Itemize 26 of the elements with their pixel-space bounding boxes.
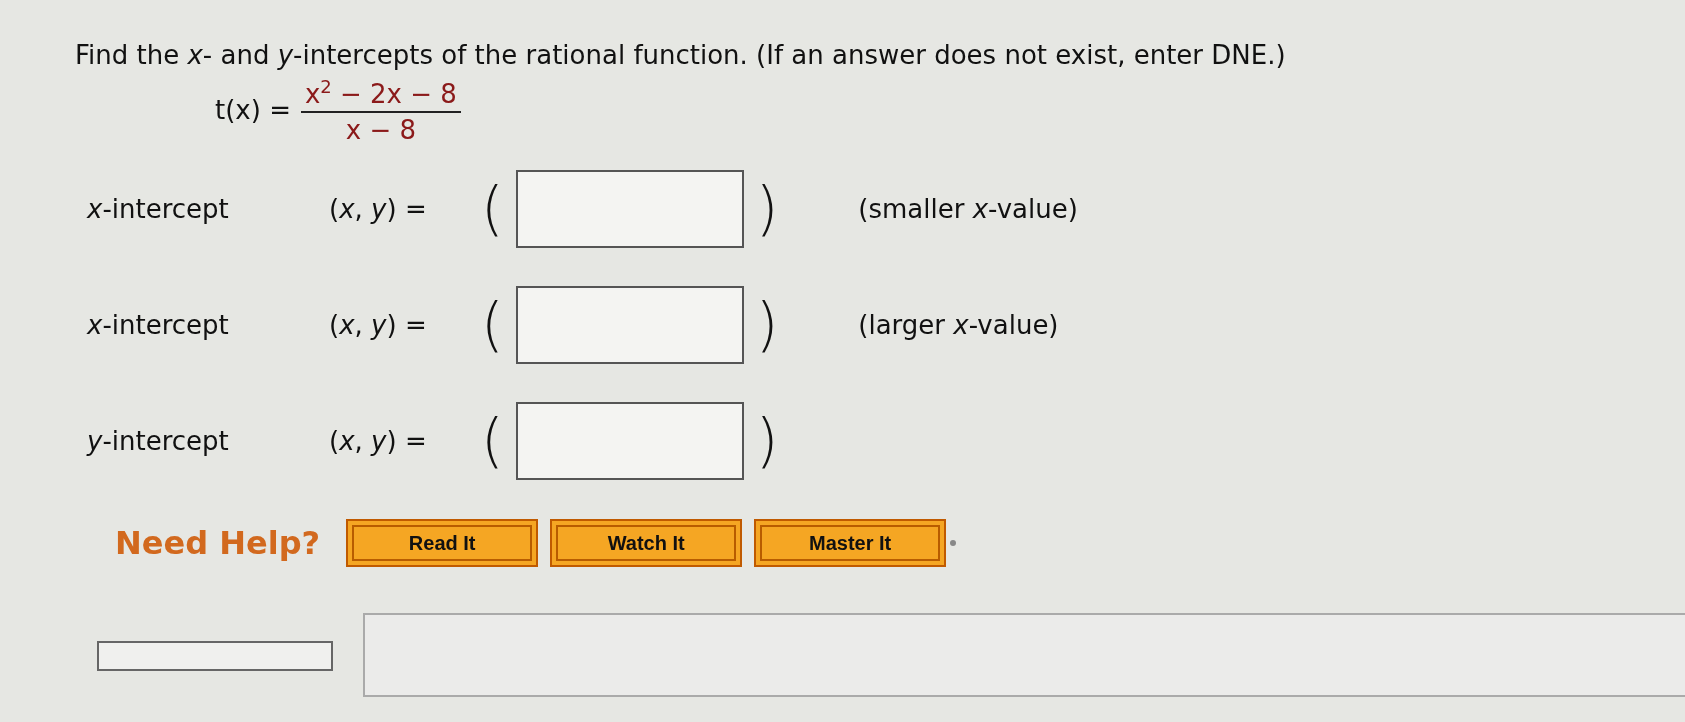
submit-button[interactable] — [97, 640, 333, 671]
answer-field[interactable] — [515, 401, 744, 480]
intercept-label: x-intercept — [85, 309, 230, 340]
parenthesis: ) — [755, 295, 779, 354]
intercept-label: x-intercept — [85, 193, 230, 224]
fraction: x$^{2}$ − 2x − 8 x − 8 — [300, 76, 461, 145]
parenthesis: ) — [755, 179, 779, 238]
help-button[interactable]: Watch It — [550, 518, 743, 567]
point-label: (x, y) = — [329, 309, 428, 340]
question-text: Find the x- and y-intercepts of the rational function. (If an answer does not exist, enter DNE.) — [75, 40, 1287, 70]
parenthesis: ( — [481, 179, 504, 238]
parenthesis: ( — [481, 411, 504, 470]
answer-field[interactable] — [515, 285, 744, 364]
answer-field[interactable] — [515, 169, 744, 248]
need-help-title: Need Help? — [115, 523, 321, 562]
parenthesis: ( — [481, 295, 504, 354]
point-label: (x, y) = — [329, 425, 428, 456]
help-button[interactable]: Master It — [754, 518, 947, 567]
help-button[interactable]: Read It — [346, 518, 539, 567]
hint-text: (smaller x-value) — [858, 193, 1078, 224]
hint-text: (larger x-value) — [858, 309, 1059, 340]
parenthesis: ) — [755, 411, 779, 470]
intercept-label: y-intercept — [85, 425, 230, 456]
function-name: t(x) = — [215, 95, 291, 126]
dot-icon — [950, 539, 957, 546]
point-label: (x, y) = — [329, 193, 428, 224]
